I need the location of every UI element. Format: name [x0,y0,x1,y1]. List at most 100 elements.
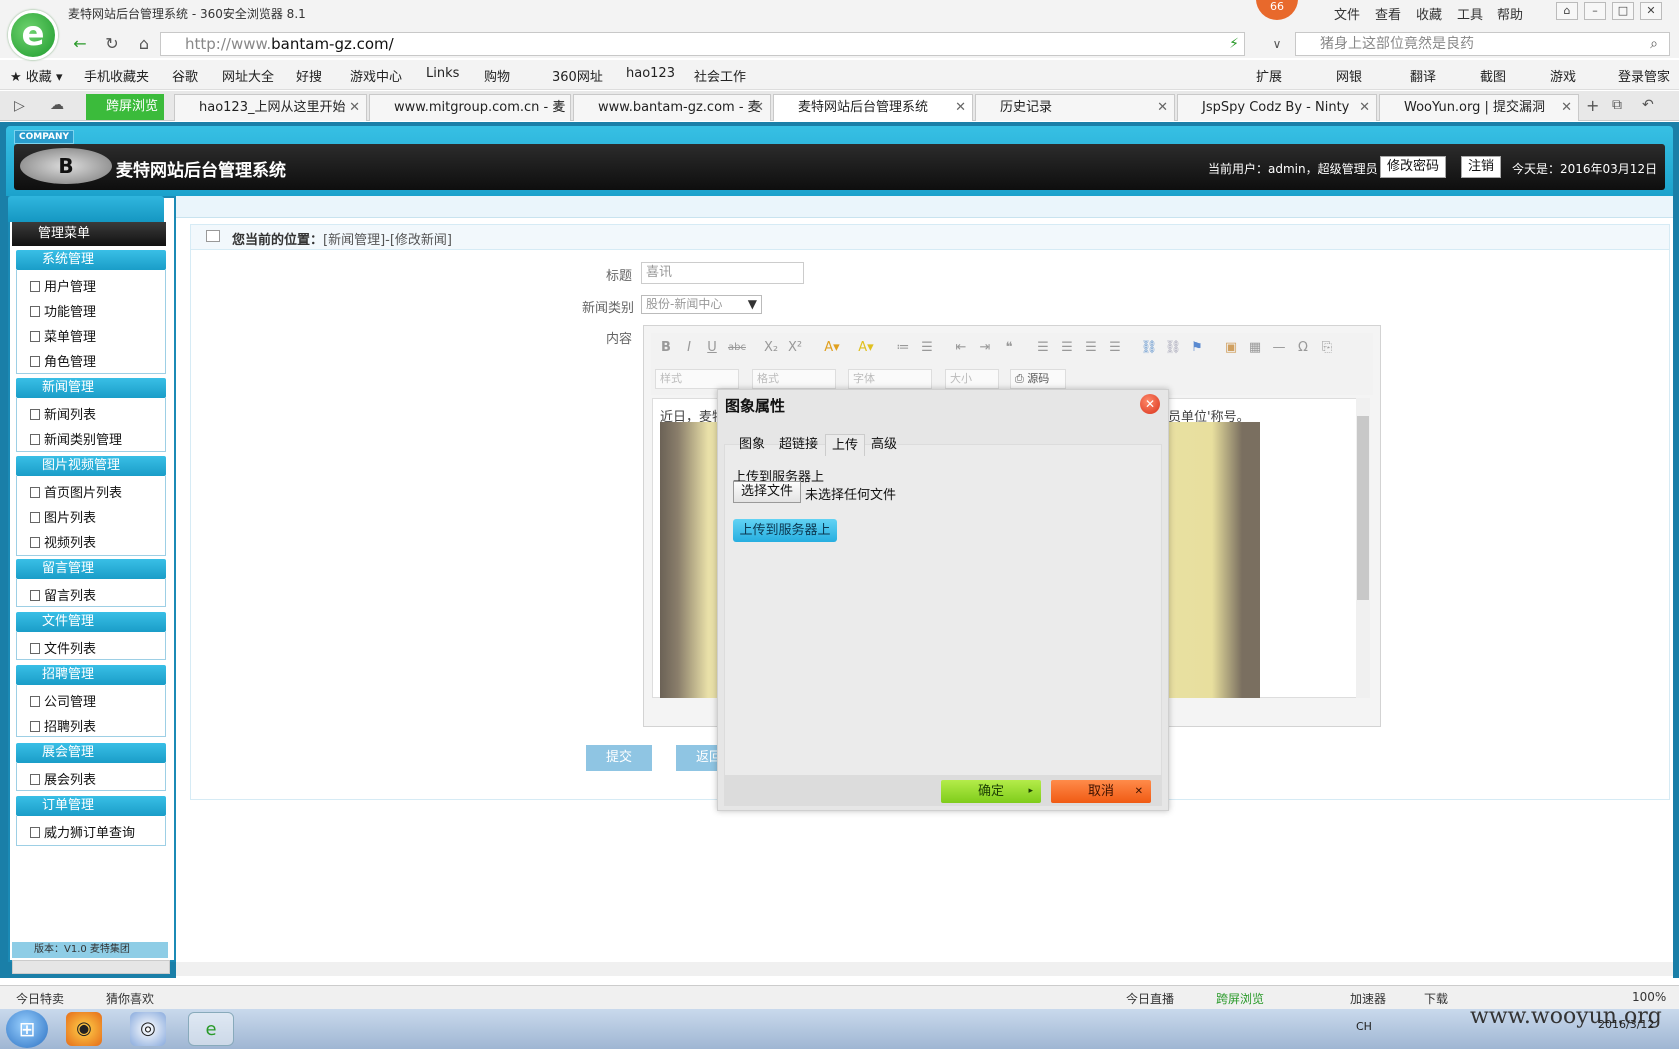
skin-icon[interactable]: ⌂ [1556,2,1578,20]
tab-bantam[interactable]: www.bantam-gz.com - 麦 ✕ [573,94,771,121]
align-center-icon[interactable]: ☰ [1056,337,1078,359]
menu-item-roles[interactable]: 角色管理 [28,351,96,370]
title-input[interactable]: 喜讯 [641,262,804,284]
align-right-icon[interactable]: ☰ [1080,337,1102,359]
font-select[interactable]: 字体 [848,369,932,389]
align-left-icon[interactable]: ☰ [1032,337,1054,359]
system-clock[interactable]: 2016/3/12 [1598,1018,1654,1031]
menu-item-files[interactable]: 文件列表 [28,638,96,657]
input-language[interactable]: CH [1356,1020,1372,1033]
menu-item-news-category[interactable]: 新闻类别管理 [28,429,122,448]
choose-file-button[interactable]: 选择文件 [733,481,801,503]
ordered-list-icon[interactable]: ≔ [892,337,914,359]
menu-view[interactable]: 查看 [1375,4,1401,23]
menu-help[interactable]: 帮助 [1497,4,1523,23]
search-input[interactable]: 猪身上这部位竟然是良药 [1295,32,1670,56]
ext-screenshot[interactable]: 截图 [1480,66,1506,85]
editor-scroll-thumb[interactable] [1357,416,1369,600]
special-char-icon[interactable]: Ω [1292,337,1314,359]
ext-login[interactable]: 登录管家 [1618,66,1670,85]
dialog-tab-advanced[interactable]: 高级 [865,434,903,456]
browser-logo-icon[interactable]: e [8,10,58,60]
menu-item-news-list[interactable]: 新闻列表 [28,404,96,423]
change-password-button[interactable]: 修改密码 [1380,156,1447,178]
menu-item-order-query[interactable]: 威力狮订单查询 [28,822,135,841]
home-icon[interactable]: ⌂ [132,33,156,55]
link-icon[interactable]: ⛓ [1138,337,1160,359]
menu-file[interactable]: 文件 [1334,4,1360,23]
minimize-icon[interactable]: – [1584,2,1606,20]
start-button[interactable]: ⊞ [6,1010,48,1048]
menu-tools[interactable]: 工具 [1457,4,1483,23]
anchor-flag-icon[interactable]: ⚑ [1186,337,1208,359]
status-accelerator[interactable]: 加速器 [1350,990,1386,1007]
menu-item-menus[interactable]: 菜单管理 [28,326,96,345]
tab-wooyun[interactable]: WooYun.org | 提交漏洞 ✕ [1379,94,1579,121]
tab-jspspy[interactable]: JspSpy Codz By - Ninty ✕ [1177,94,1377,121]
menu-item-images[interactable]: 图片列表 [28,507,96,526]
dialog-tab-image[interactable]: 图象 [733,434,771,456]
logout-button[interactable]: 注销 [1461,156,1502,178]
status-guess[interactable]: 猜你喜欢 [106,990,154,1007]
sidebar-scrollbar[interactable] [12,960,170,974]
taskbar-chrome-icon[interactable]: ◎ [130,1012,166,1046]
menu-item-messages[interactable]: 留言列表 [28,585,96,604]
taskbar-360-browser-icon[interactable]: e [188,1012,234,1046]
menu-group-orders[interactable]: 订单管理 [16,796,166,816]
dialog-tab-link[interactable]: 超链接 [773,434,824,456]
close-window-icon[interactable]: ✕ [1640,2,1662,20]
menu-group-news[interactable]: 新闻管理 [16,378,166,398]
menu-item-users[interactable]: 用户管理 [28,276,96,295]
tab-cross-screen[interactable]: 跨屏浏览 [86,94,164,120]
bookmark-google[interactable]: 谷歌 [172,66,198,85]
menu-item-videos[interactable]: 视频列表 [28,532,96,551]
bookmark-hao123[interactable]: hao123 [626,66,675,81]
upload-to-server-button[interactable]: 上传到服务器上 [733,519,837,542]
image-icon[interactable]: ▣ [1220,337,1242,359]
superscript-icon[interactable]: X² [784,337,806,359]
ext-bank[interactable]: 网银 [1336,66,1362,85]
status-deals[interactable]: 今日特卖 [16,990,64,1007]
reload-icon[interactable]: ↻ [100,33,124,55]
tab-hao123[interactable]: hao123_上网从这里开始 ✕ [174,94,367,121]
bg-color-icon[interactable]: A▾ [852,337,880,359]
status-download[interactable]: 下载 [1424,990,1448,1007]
ok-button[interactable]: 确定 ▸ [941,780,1041,803]
bookmark-shopping[interactable]: 购物 [484,66,510,85]
tab-mitgroup[interactable]: www.mitgroup.com.cn - 麦 ✕ [369,94,571,121]
tab-history[interactable]: 历史记录 ✕ [975,94,1175,121]
ext-games[interactable]: 游戏 [1550,66,1576,85]
strike-icon[interactable]: abc [725,337,749,359]
menu-favorites[interactable]: 收藏 [1416,4,1442,23]
text-color-icon[interactable]: A▾ [818,337,846,359]
cancel-button[interactable]: 取消 ✕ [1051,780,1151,803]
outdent-icon[interactable]: ⇤ [950,337,972,359]
bookmark-favorites[interactable]: ★ 收藏 ▾ [10,66,62,85]
search-icon[interactable]: ⌕ [1642,33,1666,55]
submit-button[interactable]: 提交 [586,745,652,771]
format-select[interactable]: 格式 [752,369,836,389]
menu-item-expos[interactable]: 展会列表 [28,769,96,788]
menu-group-messages[interactable]: 留言管理 [16,559,166,579]
menu-group-media[interactable]: 图片视频管理 [16,456,166,476]
category-select[interactable]: 股份-新闻中心 ▼ [641,295,762,314]
blockquote-icon[interactable]: ❝ [998,337,1020,359]
menu-item-companies[interactable]: 公司管理 [28,691,96,710]
bold-icon[interactable]: B [656,337,676,359]
zoom-level[interactable]: 100% [1632,990,1666,1004]
chevron-down-icon[interactable]: ∨ [1265,33,1289,55]
menu-item-functions[interactable]: 功能管理 [28,301,96,320]
dialog-close-icon[interactable]: ✕ [1140,394,1160,414]
maximize-icon[interactable]: □ [1612,2,1634,20]
menu-group-expo[interactable]: 展会管理 [16,743,166,763]
tab-admin-active[interactable]: 麦特网站后台管理系统 ✕ [773,94,973,121]
sidebar-toggle-icon[interactable]: ▷ [14,98,25,114]
italic-icon[interactable]: I [679,337,699,359]
underline-icon[interactable]: U [702,337,722,359]
menu-item-home-images[interactable]: 首页图片列表 [28,482,122,501]
table-icon[interactable]: ▦ [1244,337,1266,359]
source-button[interactable]: ⎙ 源码 [1010,369,1066,389]
status-cross-screen[interactable]: 跨屏浏览 [1216,990,1264,1007]
bookmark-sites[interactable]: 网址大全 [222,66,274,85]
unlink-icon[interactable]: ⛓ [1162,337,1184,359]
